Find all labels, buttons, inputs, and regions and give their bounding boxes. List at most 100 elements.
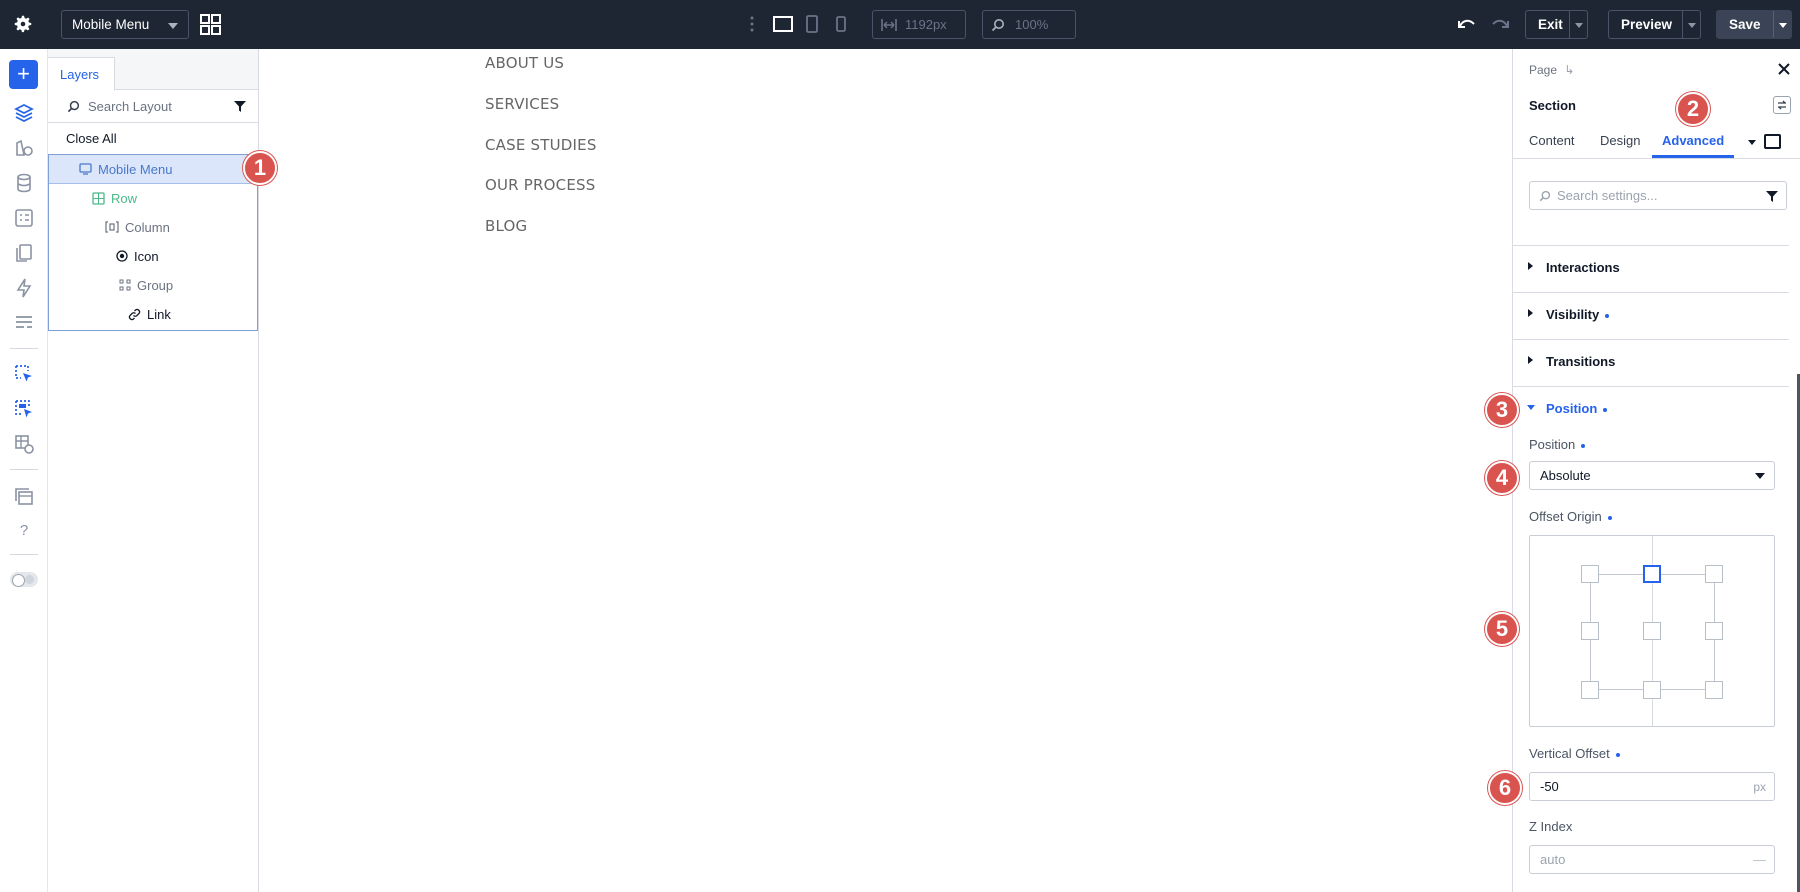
position-select[interactable]: Absolute <box>1529 461 1775 490</box>
desktop-view-icon[interactable] <box>772 14 794 34</box>
monitor-icon <box>79 163 92 175</box>
z-index-input[interactable]: auto — <box>1529 845 1775 874</box>
zoom-field[interactable]: 100% <box>982 10 1076 39</box>
vertical-offset-input[interactable]: -50 px <box>1529 772 1775 801</box>
filter-icon[interactable] <box>1766 190 1778 202</box>
select-element-icon[interactable] <box>13 363 35 385</box>
left-rail: + ? <box>0 49 48 892</box>
box-model-icon[interactable] <box>1764 134 1781 149</box>
windows-icon[interactable] <box>13 486 35 508</box>
row-icon <box>92 192 105 205</box>
layer-item-column[interactable]: Column <box>49 213 257 242</box>
chevron-down-icon <box>168 23 178 29</box>
tab-design[interactable]: Design <box>1600 133 1640 148</box>
layer-item-row[interactable]: Row <box>49 184 257 213</box>
preview-label: Preview <box>1621 17 1673 32</box>
layers-panel: Layers Search Layout Close All Mobile Me… <box>48 49 259 892</box>
templates-icon[interactable] <box>13 312 35 334</box>
add-element-button[interactable]: + <box>9 60 38 89</box>
z-index-placeholder: auto <box>1540 852 1566 867</box>
chevron-down-icon[interactable] <box>1748 140 1756 145</box>
layout-select[interactable]: Mobile Menu <box>61 10 189 39</box>
canvas-width-field[interactable]: 1192px <box>872 10 966 39</box>
help-icon[interactable]: ? <box>13 522 35 539</box>
section-divider <box>1513 292 1789 293</box>
mode-toggle[interactable] <box>10 572 38 587</box>
redo-icon[interactable] <box>1490 14 1510 34</box>
lightning-icon[interactable] <box>13 277 35 299</box>
origin-middle-right[interactable] <box>1705 622 1723 640</box>
layout-grid-icon[interactable] <box>200 14 221 35</box>
page-canvas[interactable]: ABOUT US SERVICES CASE STUDIES OUR PROCE… <box>259 49 1512 892</box>
offset-origin-picker <box>1529 535 1775 727</box>
tab-advanced[interactable]: Advanced <box>1662 133 1724 148</box>
layers-search[interactable]: Search Layout <box>48 90 258 123</box>
save-dropdown-icon[interactable] <box>1773 11 1791 38</box>
layer-item-group[interactable]: Group <box>49 271 257 300</box>
layer-item-icon[interactable]: Icon <box>49 242 257 271</box>
save-button[interactable]: Save <box>1716 10 1792 39</box>
origin-bottom-right[interactable] <box>1705 681 1723 699</box>
section-divider <box>1513 339 1789 340</box>
settings-search-input[interactable]: Search settings... <box>1529 181 1787 210</box>
layers-icon[interactable] <box>13 102 35 124</box>
pages-icon[interactable] <box>13 242 35 264</box>
phone-view-icon[interactable] <box>834 14 848 34</box>
styles-icon[interactable] <box>13 137 35 159</box>
preview-button[interactable]: Preview <box>1608 10 1701 39</box>
nav-link[interactable]: BLOG <box>485 217 527 235</box>
more-vertical-icon[interactable] <box>747 14 757 34</box>
preview-dropdown-icon[interactable] <box>1682 11 1700 38</box>
nav-link[interactable]: ABOUT US <box>485 54 564 72</box>
forms-icon[interactable] <box>13 207 35 229</box>
origin-bottom-center[interactable] <box>1643 681 1661 699</box>
nav-link[interactable]: OUR PROCESS <box>485 176 595 194</box>
width-arrows-icon <box>881 19 897 31</box>
visibility-layers-icon[interactable] <box>13 433 35 455</box>
swap-arrows-icon <box>1778 100 1786 110</box>
layers-search-placeholder: Search Layout <box>88 99 172 114</box>
layer-label: Column <box>125 220 170 235</box>
unit-label[interactable]: px <box>1753 780 1766 794</box>
modified-dot <box>1581 443 1586 448</box>
tabs-divider <box>1513 158 1800 159</box>
origin-top-right[interactable] <box>1705 565 1723 583</box>
canvas-width-value: 1192px <box>905 17 947 32</box>
modified-dot <box>1603 407 1608 412</box>
top-toolbar: Mobile Menu 1192px 100% Exit Preview Sav… <box>0 0 1800 49</box>
tab-content[interactable]: Content <box>1529 133 1575 148</box>
rail-divider <box>10 554 38 555</box>
undo-icon[interactable] <box>1457 14 1477 34</box>
breadcrumb-page: Page <box>1529 63 1558 77</box>
layer-label: Group <box>137 278 174 293</box>
nav-link[interactable]: SERVICES <box>485 95 559 113</box>
position-label-text: Position <box>1529 437 1576 452</box>
swap-icon[interactable] <box>1773 96 1791 114</box>
origin-top-left[interactable] <box>1581 565 1599 583</box>
breadcrumb[interactable]: Page ↳ <box>1529 63 1574 77</box>
layer-label: Mobile Menu <box>98 162 173 177</box>
origin-top-center[interactable] <box>1643 565 1661 583</box>
origin-middle-left[interactable] <box>1581 622 1599 640</box>
tab-layers[interactable]: Layers <box>48 57 115 91</box>
origin-bottom-left[interactable] <box>1581 681 1599 699</box>
modified-dot <box>1615 752 1620 757</box>
nav-link[interactable]: CASE STUDIES <box>485 136 597 154</box>
vertical-offset-label-text: Vertical Offset <box>1529 746 1610 761</box>
return-arrow-icon: ↳ <box>1564 63 1575 77</box>
exit-dropdown-icon[interactable] <box>1569 11 1587 38</box>
exit-button[interactable]: Exit <box>1525 10 1588 39</box>
close-all-button[interactable]: Close All <box>66 131 117 146</box>
database-icon[interactable] <box>13 172 35 194</box>
gear-icon[interactable] <box>12 13 34 35</box>
origin-center[interactable] <box>1643 622 1661 640</box>
tablet-view-icon[interactable] <box>804 14 820 34</box>
element-title: Section <box>1529 98 1576 113</box>
layer-item-link[interactable]: Link <box>49 300 257 329</box>
accordion-label-text: Position <box>1546 401 1598 416</box>
layer-item-mobile-menu[interactable]: Mobile Menu <box>49 155 257 184</box>
select-parent-icon[interactable] <box>13 398 35 420</box>
close-icon[interactable] <box>1777 62 1791 76</box>
position-label: Position <box>1529 437 1586 452</box>
filter-icon[interactable] <box>234 100 246 112</box>
